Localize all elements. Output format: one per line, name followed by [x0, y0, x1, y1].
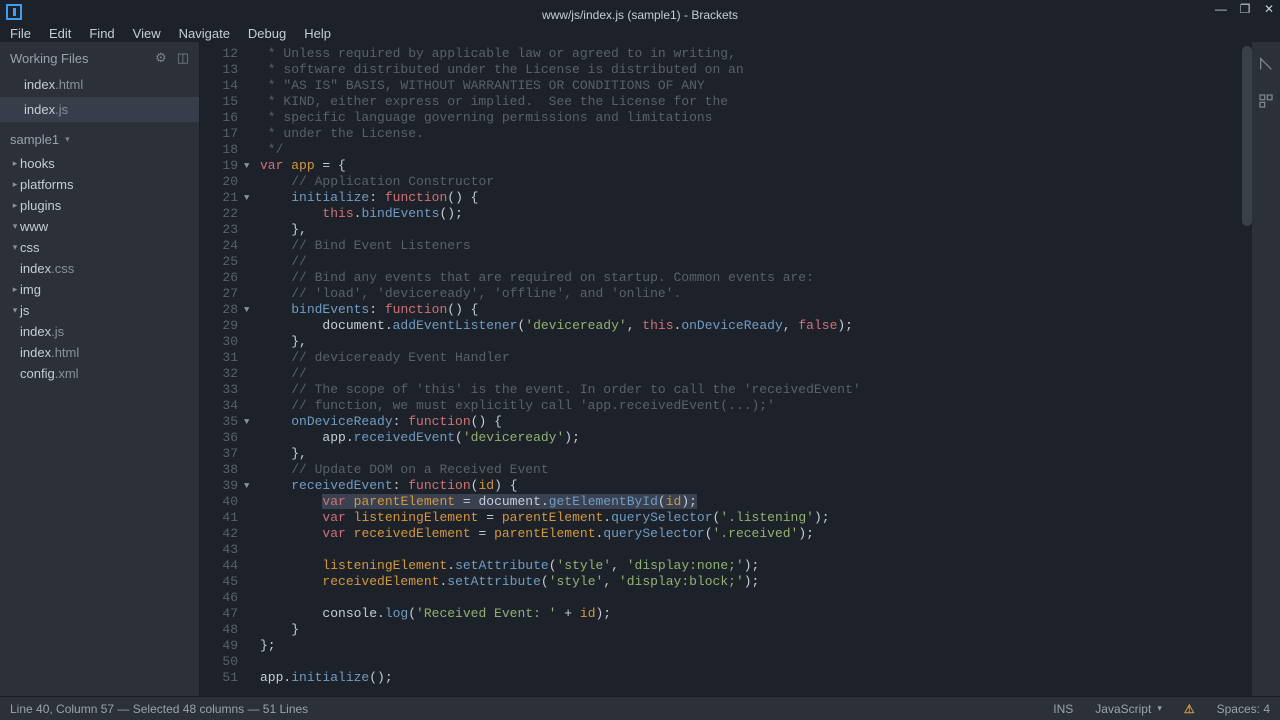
scrollbar-vertical[interactable] [1242, 46, 1252, 226]
titlebar: www/js/index.js (sample1) - Brackets — ❐… [0, 0, 1280, 42]
menu-edit[interactable]: Edit [41, 22, 79, 45]
tree-item[interactable]: ▸platforms [0, 174, 199, 195]
window-title: www/js/index.js (sample1) - Brackets [542, 8, 738, 22]
status-cursor[interactable]: Line 40, Column 57 — Selected 48 columns… [10, 702, 308, 716]
split-view-icon[interactable]: ◫ [177, 50, 189, 66]
tree-item[interactable]: ▾js [0, 300, 199, 321]
chevron-down-icon: ▾ [1157, 703, 1162, 714]
project-name: sample1 [10, 132, 59, 147]
tree-item[interactable]: ▾www [0, 216, 199, 237]
tree-item[interactable]: ▾css [0, 237, 199, 258]
menu-file[interactable]: File [2, 22, 39, 45]
tree-item[interactable]: index.css [0, 258, 199, 279]
working-files-list: index.htmlindex.js [0, 72, 199, 122]
project-header[interactable]: sample1 ▾ [0, 122, 199, 153]
tree-item[interactable]: index.js [0, 321, 199, 342]
app-icon [6, 4, 22, 20]
working-files-label: Working Files [10, 51, 89, 66]
editor[interactable]: 1213141516171819202122232425262728293031… [200, 42, 1280, 696]
fold-column[interactable]: ▼▼▼▼▼ [244, 42, 260, 696]
working-files-header: Working Files ⚙ ◫ [0, 42, 199, 72]
tree-item[interactable]: index.html [0, 342, 199, 363]
gutter: 1213141516171819202122232425262728293031… [200, 42, 244, 696]
file-tree: ▸hooks▸platforms▸plugins▾www▾cssindex.cs… [0, 153, 199, 384]
working-file[interactable]: index.js [0, 97, 199, 122]
close-icon[interactable]: ✕ [1262, 2, 1276, 16]
menu-view[interactable]: View [125, 22, 169, 45]
maximize-icon[interactable]: ❐ [1238, 2, 1252, 16]
warning-icon[interactable]: ⚠ [1184, 702, 1195, 716]
status-ins[interactable]: INS [1053, 702, 1073, 716]
chevron-down-icon: ▾ [65, 134, 70, 145]
working-file[interactable]: index.html [0, 72, 199, 97]
status-bar: Line 40, Column 57 — Selected 48 columns… [0, 696, 1280, 720]
gear-icon[interactable]: ⚙ [155, 50, 167, 66]
status-spaces[interactable]: Spaces: 4 [1217, 702, 1270, 716]
tree-item[interactable]: ▸plugins [0, 195, 199, 216]
live-preview-icon[interactable] [1258, 56, 1274, 77]
code-area[interactable]: * Unless required by applicable law or a… [260, 42, 1280, 696]
minimize-icon[interactable]: — [1214, 2, 1228, 16]
extension-manager-icon[interactable] [1258, 93, 1274, 114]
tree-item[interactable]: config.xml [0, 363, 199, 384]
tree-item[interactable]: ▸hooks [0, 153, 199, 174]
status-language[interactable]: JavaScript ▾ [1095, 702, 1162, 716]
right-rail [1252, 42, 1280, 696]
menu-find[interactable]: Find [81, 22, 122, 45]
tree-item[interactable]: ▸img [0, 279, 199, 300]
sidebar: Working Files ⚙ ◫ index.htmlindex.js sam… [0, 42, 200, 696]
